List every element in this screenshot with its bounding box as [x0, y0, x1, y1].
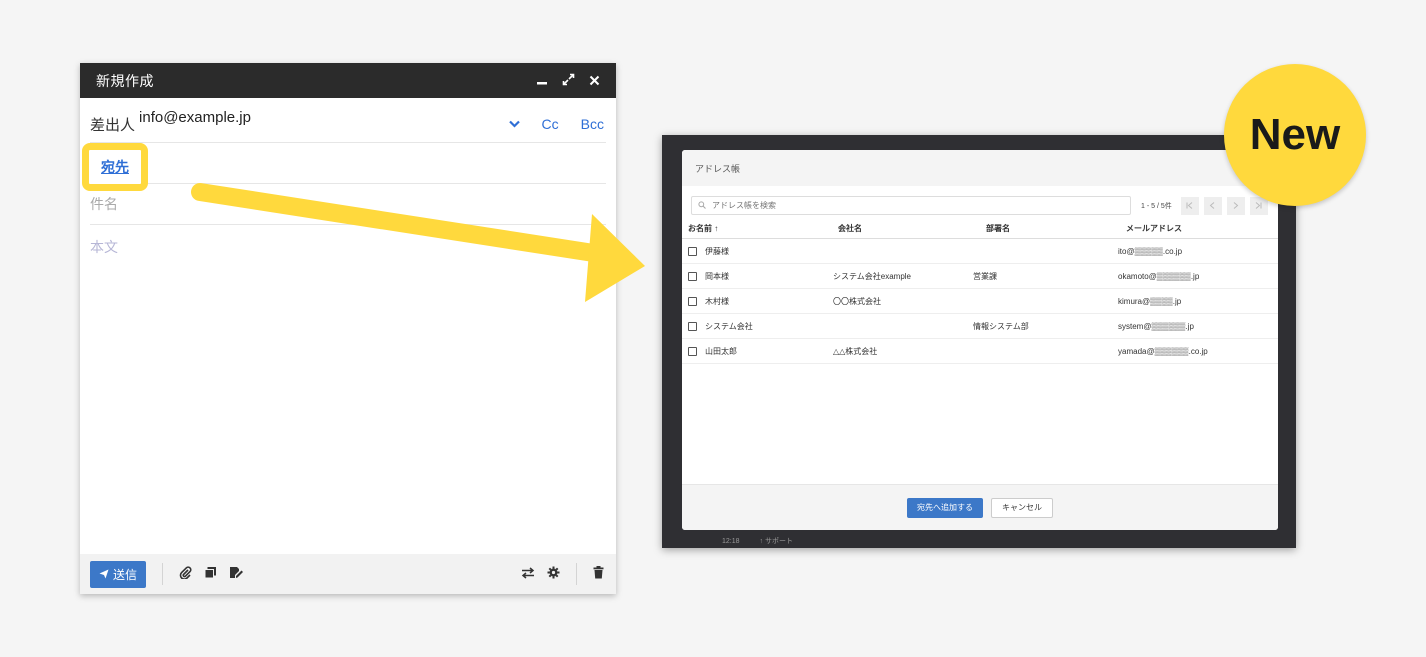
swap-icon[interactable] — [521, 566, 535, 582]
expand-icon[interactable] — [562, 73, 575, 88]
divider — [162, 563, 163, 585]
add-to-recipients-button[interactable]: 宛先へ追加する — [907, 497, 983, 518]
next-page-icon[interactable] — [1226, 196, 1245, 215]
minimize-icon[interactable] — [536, 74, 548, 88]
from-label: 差出人 — [90, 116, 136, 134]
background-support: ↑ サポート — [759, 538, 793, 545]
prev-page-icon[interactable] — [1203, 196, 1222, 215]
contact-email: yamada@▒▒▒▒▒▒.co.jp — [1118, 346, 1208, 356]
contact-company: システム会社example — [833, 271, 911, 281]
arrow-graphic — [191, 183, 645, 302]
contact-company: 〇〇株式会社 — [833, 296, 881, 306]
modal-overlay: アドレス帳 1 - 5 / 5件 お名前 ↑ — [662, 135, 1296, 548]
column-header-department[interactable]: 部署名 — [986, 223, 1126, 234]
contact-name: 木村様 — [705, 296, 729, 306]
table-row[interactable]: 山田太郎 △△株式会社 yamada@▒▒▒▒▒▒.co.jp — [682, 339, 1278, 364]
chevron-down-icon[interactable] — [508, 117, 520, 131]
template-icon[interactable] — [204, 566, 217, 582]
background-strip: 12:18 ↑ サポート — [722, 534, 1122, 548]
to-highlight-frame: 宛先 — [82, 143, 148, 191]
row-checkbox[interactable] — [688, 346, 697, 356]
background-time: 12:18 — [722, 537, 740, 545]
search-box[interactable] — [691, 196, 1131, 215]
contact-name: 伊藤様 — [705, 246, 729, 256]
compose-footer: 送信 — [80, 554, 616, 594]
column-header-email[interactable]: メールアドレス — [1126, 223, 1272, 234]
paper-plane-icon — [99, 569, 109, 579]
compose-header: 新規作成 — [80, 63, 616, 98]
new-badge: New — [1224, 64, 1366, 206]
contact-email: ito@▒▒▒▒▒.co.jp — [1118, 246, 1183, 256]
contact-name: 山田太郎 — [705, 346, 737, 356]
contact-department: 営業課 — [973, 271, 997, 281]
window-controls — [536, 73, 600, 88]
contact-email: kimura@▒▒▒▒.jp — [1118, 296, 1182, 306]
contact-name: 岡本様 — [705, 271, 729, 281]
contact-email: okamoto@▒▒▒▒▒▒.jp — [1118, 271, 1200, 281]
row-checkbox[interactable] — [688, 296, 697, 306]
cc-link[interactable]: Cc — [542, 116, 559, 132]
divider — [576, 563, 577, 585]
contact-company: △△株式会社 — [833, 346, 878, 356]
table-header: お名前 ↑ 会社名 部署名 メールアドレス — [682, 217, 1278, 239]
search-icon — [698, 200, 706, 211]
send-button[interactable]: 送信 — [90, 560, 146, 588]
table-row[interactable]: 木村様 〇〇株式会社 kimura@▒▒▒▒.jp — [682, 289, 1278, 314]
row-checkbox[interactable] — [688, 271, 697, 281]
from-address-select[interactable]: info@example.jp — [139, 109, 251, 126]
gear-icon[interactable] — [547, 566, 560, 582]
search-row: 1 - 5 / 5件 — [682, 186, 1278, 215]
contact-department: 情報システム部 — [973, 321, 1029, 331]
table-row[interactable]: システム会社 情報システム部 system@▒▒▒▒▒▒.jp — [682, 314, 1278, 339]
to-address-book-link[interactable]: 宛先 — [101, 157, 129, 177]
send-button-label: 送信 — [112, 567, 137, 582]
dialog-footer: 宛先へ追加する キャンセル — [682, 484, 1278, 530]
first-page-icon[interactable] — [1180, 196, 1199, 215]
contact-name: システム会社 — [705, 321, 753, 331]
contact-email: system@▒▒▒▒▒▒.jp — [1118, 321, 1194, 331]
cancel-button[interactable]: キャンセル — [991, 497, 1053, 518]
column-header-company[interactable]: 会社名 — [838, 223, 986, 234]
compose-title: 新規作成 — [96, 72, 154, 89]
row-checkbox[interactable] — [688, 246, 697, 256]
table-row[interactable]: 岡本様 システム会社example 営業課 okamoto@▒▒▒▒▒▒.jp — [682, 264, 1278, 289]
pagination-text: 1 - 5 / 5件 — [1141, 202, 1172, 210]
attachment-icon[interactable] — [179, 566, 192, 582]
close-icon[interactable] — [589, 74, 600, 88]
from-row: 差出人 info@example.jp Cc Bcc — [90, 98, 606, 143]
bcc-link[interactable]: Bcc — [581, 116, 604, 132]
address-book-dialog: アドレス帳 1 - 5 / 5件 お名前 ↑ — [682, 150, 1278, 530]
trash-icon[interactable] — [593, 566, 604, 582]
search-input[interactable] — [712, 201, 1112, 210]
compose-window: 新規作成 差出人 info@example.jp Cc Bcc 宛先 件名 本文… — [80, 63, 616, 594]
row-checkbox[interactable] — [688, 321, 697, 331]
signature-icon[interactable] — [229, 566, 244, 582]
table-row[interactable]: 伊藤様 ito@▒▒▒▒▒.co.jp — [682, 239, 1278, 264]
subject-input[interactable]: 件名 — [90, 194, 118, 214]
dialog-title: アドレス帳 — [682, 150, 1278, 186]
column-header-name[interactable]: お名前 ↑ — [688, 223, 838, 234]
contacts-table: 伊藤様 ito@▒▒▒▒▒.co.jp 岡本様 システム会社example 営業… — [682, 239, 1278, 364]
